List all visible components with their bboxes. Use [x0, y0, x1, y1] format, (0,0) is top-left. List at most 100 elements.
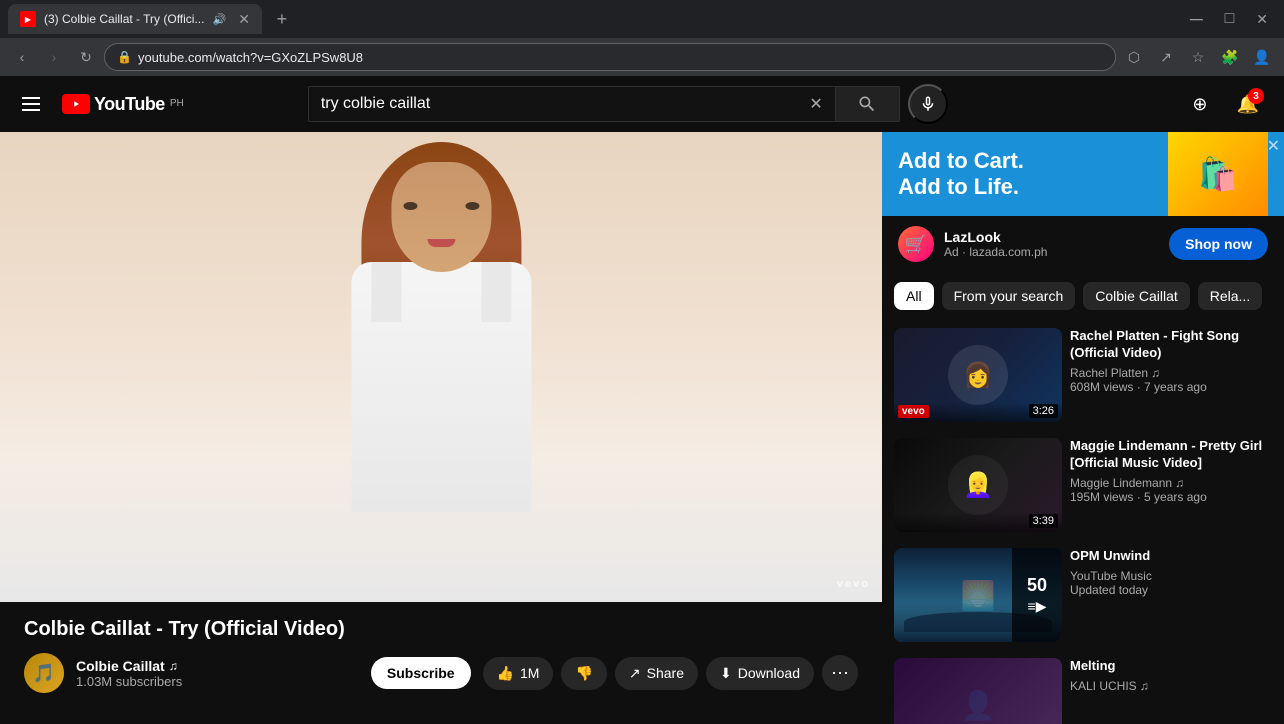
- forward-button[interactable]: ›: [40, 43, 68, 71]
- rec-duration-2: 3:39: [1029, 514, 1058, 528]
- search-clear-icon[interactable]: ✕: [809, 94, 822, 114]
- shop-now-button[interactable]: Shop now: [1169, 228, 1268, 260]
- notification-badge: 3: [1248, 88, 1264, 104]
- lazlook-meta: Ad · lazada.com.ph: [944, 245, 1159, 259]
- rec-thumb-2: 👱‍♀️ 3:39: [894, 438, 1062, 532]
- rec-video-opm-unwind[interactable]: 🌅 50 ≡▶ OPM Unwind YouTube Music Updated…: [882, 540, 1284, 650]
- reload-button[interactable]: ↻: [72, 43, 100, 71]
- rec-meta-opm: Updated today: [1070, 583, 1272, 597]
- rec-info-1: Rachel Platten - Fight Song (Official Vi…: [1070, 328, 1272, 422]
- mic-icon: [919, 95, 937, 113]
- like-count: 1M: [520, 665, 539, 681]
- ad-text: Add to Cart.Add to Life.: [898, 148, 1024, 201]
- channel-subscribers: 1.03M subscribers: [76, 674, 359, 689]
- rec-title-opm: OPM Unwind: [1070, 548, 1272, 565]
- subscribe-button[interactable]: Subscribe: [371, 657, 471, 689]
- tab-favicon: ▶: [20, 11, 36, 27]
- create-video-button[interactable]: ⊕: [1180, 84, 1220, 124]
- vevo-watermark: vevo: [837, 578, 870, 590]
- video-thumbnail: vevo: [0, 132, 882, 602]
- hamburger-menu[interactable]: [16, 91, 46, 117]
- search-button[interactable]: [836, 86, 900, 122]
- music-note-icon-1: ♫: [1151, 366, 1160, 380]
- rec-thumb-melting: 👤: [894, 658, 1062, 724]
- rec-title-2: Maggie Lindemann - Pretty Girl [Official…: [1070, 438, 1272, 472]
- rec-thumb-1: 👩 3:26 vevo: [894, 328, 1062, 422]
- video-title: Colbie Caillat - Try (Official Video): [24, 618, 858, 641]
- window-close-icon[interactable]: ✕: [1248, 11, 1276, 28]
- rec-title-1: Rachel Platten - Fight Song (Official Vi…: [1070, 328, 1272, 362]
- browser-tab-bar: ▶ (3) Colbie Caillat - Try (Offici... 🔊 …: [0, 0, 1284, 38]
- lazlook-brand[interactable]: LazLook: [944, 229, 1159, 245]
- window-minimize-icon[interactable]: ─: [1182, 9, 1211, 30]
- yt-logo-text: YouTube: [94, 94, 165, 115]
- chip-related[interactable]: Rela...: [1198, 282, 1262, 310]
- tab-audio-icon: 🔊: [212, 13, 226, 26]
- video-player[interactable]: vevo: [0, 132, 882, 602]
- rec-info-opm: OPM Unwind YouTube Music Updated today: [1070, 548, 1272, 642]
- active-tab[interactable]: ▶ (3) Colbie Caillat - Try (Offici... 🔊 …: [8, 4, 262, 34]
- share-browser-icon[interactable]: ↗: [1152, 43, 1180, 71]
- header-right: ⊕ 🔔 3: [1180, 84, 1268, 124]
- ad-close-button[interactable]: ✕: [1267, 136, 1280, 156]
- rec-video-rachel-platten[interactable]: 👩 3:26 vevo Rachel Platten - Fight Song …: [882, 320, 1284, 430]
- rec-video-maggie-lindemann[interactable]: 👱‍♀️ 3:39 Maggie Lindemann - Pretty Girl…: [882, 430, 1284, 540]
- back-button[interactable]: ‹: [8, 43, 36, 71]
- lazlook-domain: lazada.com.ph: [969, 245, 1047, 259]
- more-actions-button[interactable]: ⋯: [822, 655, 858, 691]
- rec-channel-1: Rachel Platten ♫: [1070, 366, 1272, 380]
- address-bar[interactable]: 🔒 youtube.com/watch?v=GXoZLPSw8U8: [104, 43, 1116, 71]
- lock-icon: 🔒: [117, 50, 132, 64]
- lazlook-avatar: 🛒: [898, 226, 934, 262]
- channel-name[interactable]: Colbie Caillat ♫: [76, 658, 359, 674]
- extension-icon[interactable]: 🧩: [1216, 43, 1244, 71]
- rec-thumb-opm: 🌅 50 ≡▶: [894, 548, 1062, 642]
- ad-banner: Add to Cart.Add to Life. 🛍️ ✕: [882, 132, 1284, 216]
- rec-channel-melting: KALI UCHIS ♫: [1070, 679, 1272, 693]
- playlist-count-opm: 50: [1027, 575, 1047, 596]
- search-input[interactable]: [321, 95, 810, 113]
- video-info: Colbie Caillat - Try (Official Video) 🎵 …: [0, 602, 882, 709]
- rec-meta-2: 195M views · 5 years ago: [1070, 490, 1272, 504]
- profile-icon[interactable]: 👤: [1248, 43, 1276, 71]
- share-button[interactable]: ↗ Share: [615, 657, 698, 690]
- ad-image: 🛍️: [1168, 132, 1268, 216]
- rec-video-melting[interactable]: 👤 Melting KALI UCHIS ♫: [882, 650, 1284, 724]
- rec-duration-1: 3:26: [1029, 404, 1058, 418]
- playlist-queue-icon: ≡▶: [1028, 598, 1047, 615]
- rec-channel-2: Maggie Lindemann ♫: [1070, 476, 1272, 490]
- bookmark-icon[interactable]: ☆: [1184, 43, 1212, 71]
- chip-all[interactable]: All: [894, 282, 934, 310]
- yt-country-badge: PH: [170, 98, 184, 109]
- chip-colbie-caillat[interactable]: Colbie Caillat: [1083, 282, 1189, 310]
- channel-avatar[interactable]: 🎵: [24, 653, 64, 693]
- music-note-icon-melting: ♫: [1140, 679, 1149, 693]
- notification-button[interactable]: 🔔 3: [1228, 84, 1268, 124]
- chip-from-search[interactable]: From your search: [942, 282, 1076, 310]
- tab-title: (3) Colbie Caillat - Try (Offici...: [44, 12, 204, 26]
- download-button[interactable]: ⬇ Download: [706, 657, 814, 690]
- ad-label: Ad: [944, 245, 959, 259]
- thumbs-up-icon: 👍: [497, 665, 514, 682]
- yt-logo-icon: [62, 94, 90, 114]
- channel-row: 🎵 Colbie Caillat ♫ 1.03M subscribers Sub…: [24, 653, 858, 693]
- main-content: vevo Colbie Caillat - Try (Official Vide…: [0, 132, 1284, 724]
- lazlook-info: LazLook Ad · lazada.com.ph: [944, 229, 1159, 259]
- filter-chips: All From your search Colbie Caillat Rela…: [882, 272, 1284, 320]
- share-icon: ↗: [629, 665, 641, 682]
- dislike-button[interactable]: 👎: [561, 657, 606, 690]
- channel-info: Colbie Caillat ♫ 1.03M subscribers: [76, 658, 359, 689]
- address-text: youtube.com/watch?v=GXoZLPSw8U8: [138, 50, 363, 65]
- like-button[interactable]: 👍 1M: [483, 657, 554, 690]
- rec-meta-1: 608M views · 7 years ago: [1070, 380, 1272, 394]
- window-maximize-icon[interactable]: □: [1217, 10, 1243, 28]
- cast-icon[interactable]: ⬡: [1120, 43, 1148, 71]
- sidebar: Add to Cart.Add to Life. 🛍️ ✕ 🛒 LazLook …: [882, 132, 1284, 724]
- rec-info-2: Maggie Lindemann - Pretty Girl [Official…: [1070, 438, 1272, 532]
- voice-search-button[interactable]: [908, 84, 948, 124]
- yt-logo[interactable]: YouTube PH: [62, 94, 184, 115]
- search-area: ✕: [308, 84, 948, 124]
- tab-close-icon[interactable]: ✕: [238, 11, 250, 28]
- browser-nav-bar: ‹ › ↻ 🔒 youtube.com/watch?v=GXoZLPSw8U8 …: [0, 38, 1284, 76]
- new-tab-button[interactable]: +: [268, 5, 296, 33]
